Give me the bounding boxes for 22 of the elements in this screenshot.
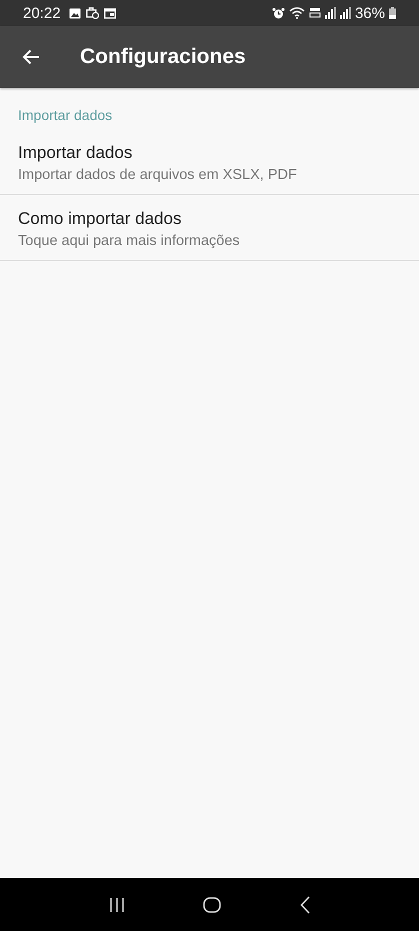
image-icon: [68, 8, 81, 18]
back-icon[interactable]: [300, 896, 310, 914]
settings-item[interactable]: Como importar dados Toque aqui para mais informações: [0, 195, 419, 261]
settings-item[interactable]: Importar dados Importar dados de arquivos em XSLX, PDF: [0, 129, 419, 195]
item-title: Importar dados: [18, 143, 134, 163]
recent-apps-icon[interactable]: [109, 896, 126, 912]
battery-percent: 36%: [354, 4, 385, 22]
briefcase-clock-icon: [86, 7, 99, 19]
item-summary: Importar dados de arquivos em XSLX, PDF: [18, 167, 298, 183]
battery-icon: [389, 7, 396, 19]
home-icon[interactable]: [203, 896, 222, 912]
alarm-icon: [272, 6, 285, 20]
signal-icon: [324, 7, 336, 19]
item-summary: Toque aqui para mais informações: [18, 233, 241, 249]
signal-icon: [340, 7, 351, 19]
back-arrow-icon[interactable]: [22, 49, 40, 65]
screen-title: Configuraciones: [80, 45, 246, 69]
wifi-icon: [288, 7, 305, 19]
item-title: Como importar dados: [18, 209, 182, 229]
clock-time: 20:22: [23, 4, 61, 22]
window-icon: [104, 8, 116, 18]
section-header: Importar dados: [17, 106, 114, 125]
